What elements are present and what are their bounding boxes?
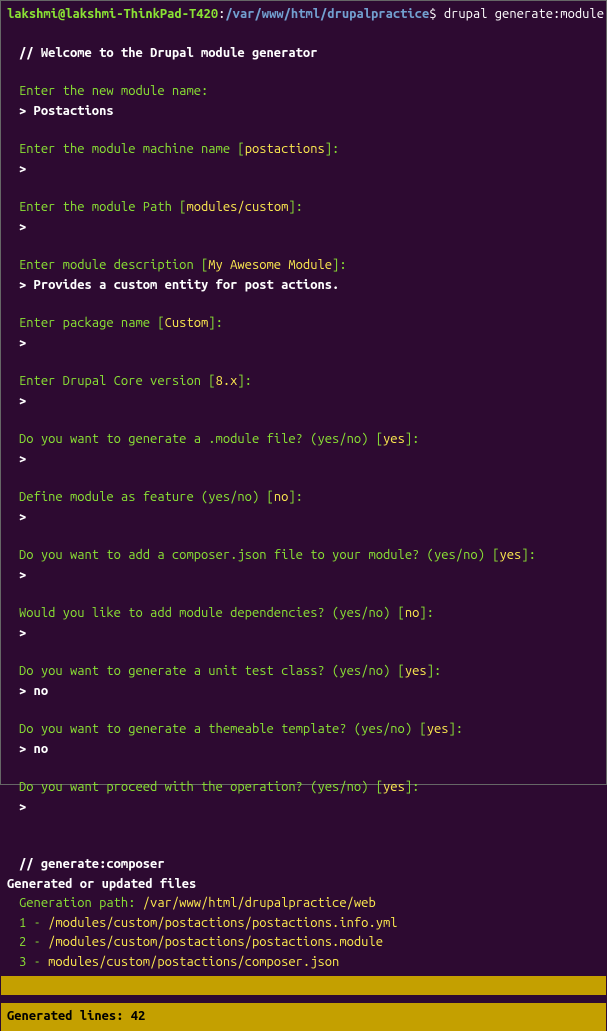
q-description: Enter module description [My Awesome Mod… <box>19 256 600 276</box>
a-composer: > <box>19 566 600 586</box>
q-module-name: Enter the new module name: <box>19 82 600 102</box>
shell-prompt: lakshmi@lakshmi-ThinkPad-T420:/var/www/h… <box>7 5 600 25</box>
generated-file-3: 3 - modules/custom/postactions/composer.… <box>19 953 600 973</box>
q-template: Do you want to generate a themeable temp… <box>19 720 600 740</box>
a-package-name: > <box>19 334 600 354</box>
q-core-version: Enter Drupal Core version [8.x]: <box>19 372 600 392</box>
a-module-path: > <box>19 218 600 238</box>
command-text: drupal generate:module <box>444 7 604 21</box>
a-unit-test: > no <box>19 682 600 702</box>
q-composer: Do you want to add a composer.json file … <box>19 546 600 566</box>
terminal-output[interactable]: lakshmi@lakshmi-ThinkPad-T420:/var/www/h… <box>1 1 606 976</box>
q-dependencies: Would you like to add module dependencie… <box>19 604 600 624</box>
q-module-path: Enter the module Path [modules/custom]: <box>19 198 600 218</box>
a-description: > Provides a custom entity for post acti… <box>19 276 600 296</box>
footer-generated-lines: Generated lines: 42 <box>1 1003 606 1031</box>
a-feature: > <box>19 508 600 528</box>
q-unit-test: Do you want to generate a unit test clas… <box>19 662 600 682</box>
q-module-file: Do you want to generate a .module file? … <box>19 430 600 450</box>
q-machine-name: Enter the module machine name [postactio… <box>19 140 600 160</box>
generated-files-header: Generated or updated files <box>7 875 600 895</box>
generated-file-1: 1 - /modules/custom/postactions/postacti… <box>19 914 600 934</box>
q-proceed: Do you want proceed with the operation? … <box>19 778 600 798</box>
generation-path: Generation path: /var/www/html/drupalpra… <box>19 894 600 914</box>
cwd-path: /var/www/html/drupalpractice <box>225 7 429 21</box>
q-package-name: Enter package name [Custom]: <box>19 314 600 334</box>
a-machine-name: > <box>19 160 600 180</box>
a-module-file: > <box>19 450 600 470</box>
prompt-dollar: $ <box>429 7 444 21</box>
a-core-version: > <box>19 392 600 412</box>
a-dependencies: > <box>19 624 600 644</box>
q-feature: Define module as feature (yes/no) [no]: <box>19 488 600 508</box>
footer-blank <box>1 976 606 995</box>
welcome-text: // Welcome to the Drupal module generato… <box>19 44 600 64</box>
generated-file-2: 2 - /modules/custom/postactions/postacti… <box>19 933 600 953</box>
generate-comment: // generate:composer <box>19 855 600 875</box>
a-module-name: > Postactions <box>19 102 600 122</box>
a-proceed: > <box>19 798 600 818</box>
a-template: > no <box>19 740 600 760</box>
user-host: lakshmi@lakshmi-ThinkPad-T420 <box>7 7 218 21</box>
